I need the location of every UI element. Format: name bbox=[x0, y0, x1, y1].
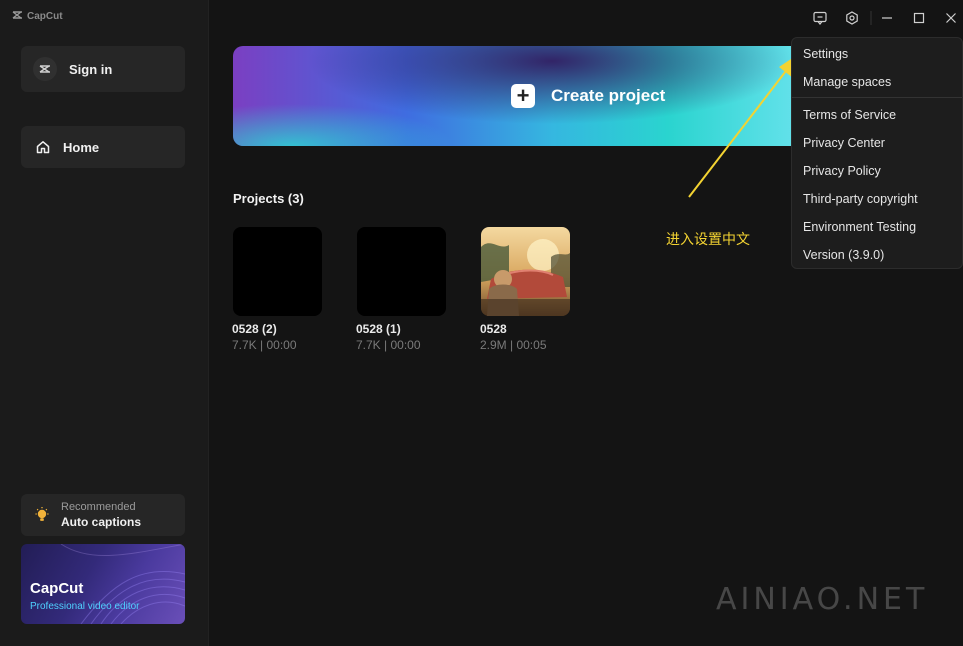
menu-item-privacy-center[interactable]: Privacy Center bbox=[803, 136, 885, 150]
menu-item-privacy-policy[interactable]: Privacy Policy bbox=[803, 164, 881, 178]
settings-dropdown-menu: Settings Manage spaces Terms of Service … bbox=[791, 37, 963, 269]
menu-item-manage-spaces[interactable]: Manage spaces bbox=[803, 75, 891, 89]
menu-item-terms-of-service[interactable]: Terms of Service bbox=[803, 108, 896, 122]
watermark: AINIAO.NET bbox=[716, 582, 929, 617]
menu-item-third-party-copyright[interactable]: Third-party copyright bbox=[803, 192, 918, 206]
menu-item-environment-testing[interactable]: Environment Testing bbox=[803, 220, 916, 234]
menu-item-settings[interactable]: Settings bbox=[803, 47, 848, 61]
menu-item-version[interactable]: Version (3.9.0) bbox=[803, 248, 884, 262]
annotation-text: 进入设置中文 bbox=[666, 232, 750, 248]
menu-divider bbox=[792, 97, 962, 98]
